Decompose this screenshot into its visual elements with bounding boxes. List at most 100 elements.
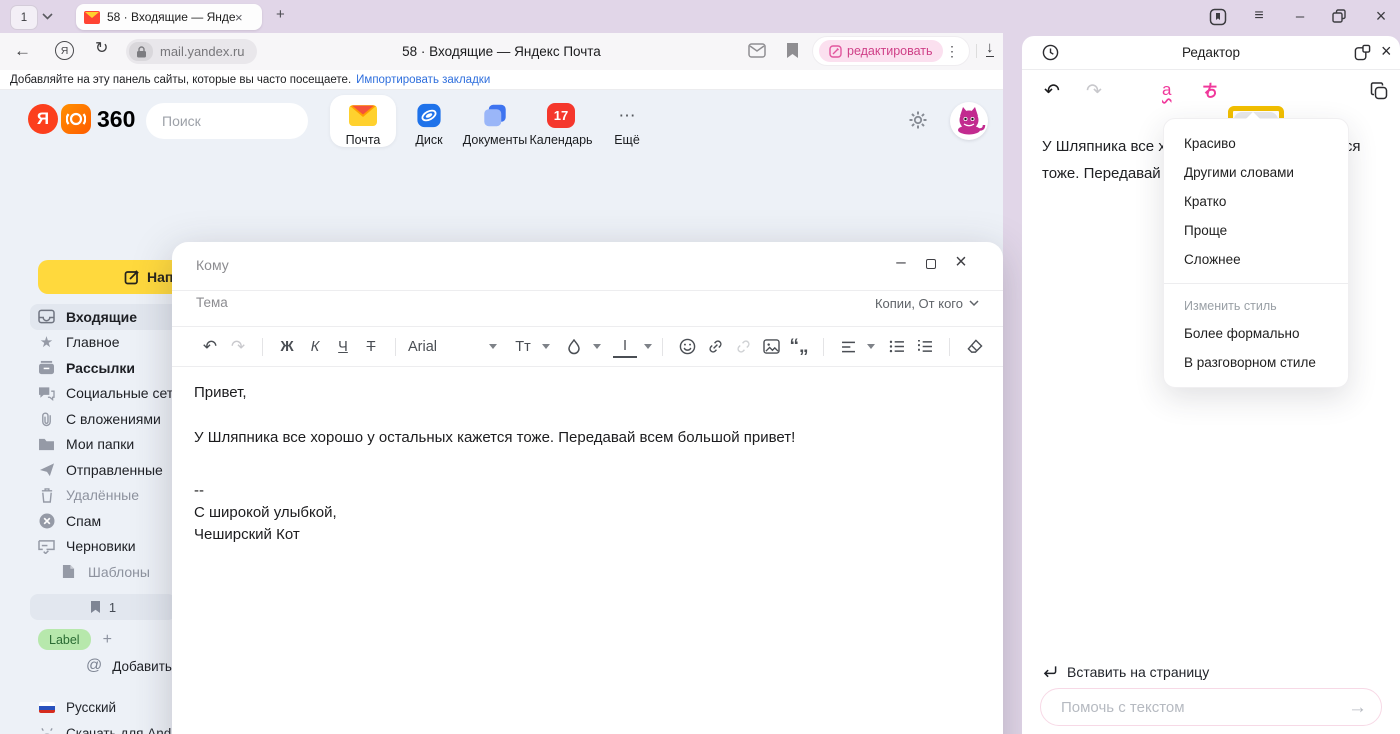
ai-prompt-input[interactable] bbox=[1059, 698, 1348, 717]
cc-from-toggle[interactable]: Копии, От кого bbox=[875, 296, 979, 311]
menu-item-formal[interactable]: Более формально bbox=[1164, 319, 1348, 348]
strikethrough-button[interactable]: Т bbox=[359, 334, 383, 360]
folder-label: Спам bbox=[66, 513, 101, 529]
search-input[interactable] bbox=[160, 112, 345, 130]
redo-icon[interactable]: ↷ bbox=[226, 334, 250, 360]
align-button[interactable] bbox=[836, 334, 860, 360]
text-color-button[interactable]: I bbox=[613, 336, 637, 358]
menu-item-other-words[interactable]: Другими словами bbox=[1164, 158, 1348, 187]
panel-close-icon[interactable]: × bbox=[1381, 42, 1392, 60]
menu-item-simpler[interactable]: Проще bbox=[1164, 216, 1348, 245]
spellcheck-button[interactable]: а bbox=[1162, 80, 1171, 100]
clear-format-button[interactable] bbox=[962, 334, 986, 360]
translate-button[interactable] bbox=[1200, 80, 1222, 102]
window-minimize-icon[interactable]: – bbox=[1289, 5, 1311, 27]
underline-button[interactable]: Ч bbox=[331, 334, 355, 360]
download-icon[interactable]: ↓ bbox=[986, 40, 994, 57]
color-chevron-icon bbox=[644, 344, 652, 349]
open-in-window-icon[interactable] bbox=[1354, 44, 1371, 61]
window-restore-icon[interactable] bbox=[1332, 9, 1346, 23]
app-disk[interactable]: Диск bbox=[396, 95, 462, 147]
active-tab[interactable]: 58 · Входящие — Яндек × bbox=[76, 4, 262, 30]
bookmark-counter[interactable]: 1 bbox=[30, 594, 176, 620]
sent-plane-icon bbox=[39, 462, 55, 477]
submit-arrow-icon[interactable]: → bbox=[1348, 698, 1367, 717]
docs-app-icon bbox=[481, 103, 509, 128]
app-more-label: Ещё bbox=[614, 133, 640, 147]
edit-badge[interactable]: редактировать bbox=[819, 40, 943, 62]
search-box[interactable] bbox=[146, 103, 308, 139]
window-close-icon[interactable]: × bbox=[1370, 5, 1392, 27]
undo-icon[interactable]: ↶ bbox=[198, 334, 222, 360]
russian-flag-icon bbox=[39, 702, 55, 713]
insert-to-page-button[interactable]: Вставить на страницу bbox=[1042, 664, 1209, 680]
android-icon bbox=[39, 727, 55, 734]
menu-item-complex[interactable]: Сложнее bbox=[1164, 245, 1348, 274]
tab-close-icon[interactable]: × bbox=[235, 11, 243, 24]
app-mail[interactable]: Почта bbox=[330, 95, 396, 147]
align-icon bbox=[841, 341, 856, 353]
bookmark-icon[interactable] bbox=[786, 42, 799, 59]
lock-pill[interactable] bbox=[129, 42, 153, 61]
menu-item-brief[interactable]: Кратко bbox=[1164, 187, 1348, 216]
link-button[interactable] bbox=[703, 334, 727, 360]
subject-field[interactable] bbox=[194, 294, 698, 311]
app-docs[interactable]: Документы bbox=[462, 95, 528, 147]
star-icon: ★ bbox=[38, 335, 55, 350]
avatar[interactable] bbox=[950, 102, 988, 140]
edit-kebab-icon[interactable]: ⋮ bbox=[945, 44, 959, 58]
address-bar[interactable]: mail.yandex.ru bbox=[126, 39, 257, 64]
font-size-button[interactable]: Тт bbox=[511, 334, 535, 360]
compose-close-icon[interactable]: × bbox=[951, 252, 971, 272]
label-tag[interactable]: Label bbox=[38, 629, 91, 650]
bullet-list-button[interactable] bbox=[885, 334, 909, 360]
footer-link-label: Русский bbox=[66, 700, 116, 715]
app-calendar[interactable]: 17 Календарь bbox=[528, 95, 594, 147]
yandex-protect-icon[interactable]: Я bbox=[55, 41, 74, 60]
numbered-list-button[interactable] bbox=[913, 334, 937, 360]
compose-pencil-icon bbox=[124, 269, 140, 285]
to-field[interactable] bbox=[194, 256, 698, 274]
new-tab-icon[interactable]: + bbox=[276, 7, 285, 22]
panel-redo-icon[interactable]: ↷ bbox=[1086, 82, 1102, 101]
menu-item-conversational[interactable]: В разговорном стиле bbox=[1164, 348, 1348, 377]
copy-icon[interactable] bbox=[1370, 82, 1388, 100]
tabs-chevron-down-icon[interactable] bbox=[42, 13, 53, 20]
bold-button[interactable]: Ж bbox=[275, 334, 299, 360]
app-disk-label: Диск bbox=[415, 133, 442, 147]
compose-window: – × Копии, От кого ↶ ↷ Ж К Ч Т Arial bbox=[172, 242, 1003, 734]
side-panels-icon[interactable] bbox=[1209, 8, 1227, 26]
format-toolbar: ↶ ↷ Ж К Ч Т Arial Тт I bbox=[172, 327, 1003, 366]
history-clock-icon[interactable] bbox=[1042, 44, 1059, 61]
trash-icon bbox=[40, 487, 54, 503]
emoji-button[interactable] bbox=[675, 334, 699, 360]
return-arrow-icon bbox=[1042, 665, 1058, 679]
tab-count-button[interactable]: 1 bbox=[10, 5, 38, 30]
reload-icon[interactable]: ↻ bbox=[95, 41, 108, 57]
panel-undo-icon[interactable]: ↶ bbox=[1044, 82, 1060, 101]
highlight-droplet-icon bbox=[567, 339, 581, 355]
insert-image-button[interactable] bbox=[759, 334, 783, 360]
back-icon[interactable]: ← bbox=[14, 42, 31, 59]
yandex360-logo[interactable]: Я 360 bbox=[28, 104, 135, 134]
import-bookmarks-link[interactable]: Импортировать закладки bbox=[356, 74, 490, 86]
quote-icon[interactable]: “„ bbox=[787, 334, 811, 360]
highlight-color-button[interactable] bbox=[562, 334, 586, 360]
compose-restore-icon[interactable] bbox=[921, 254, 941, 274]
tab-title: 58 · Входящие — Яндек bbox=[107, 10, 235, 24]
unlink-button[interactable] bbox=[731, 334, 755, 360]
bookmarks-bar: Добавляйте на эту панель сайты, которые … bbox=[0, 70, 1003, 90]
app-more[interactable]: ⋯ Ещё bbox=[594, 95, 660, 147]
settings-gear-icon[interactable] bbox=[908, 110, 928, 130]
add-label-icon[interactable]: + bbox=[103, 632, 112, 648]
folder-label: Мои папки bbox=[66, 436, 134, 452]
toolbar-divider bbox=[976, 44, 977, 58]
message-body[interactable]: Привет, У Шляпника все хорошо у остальны… bbox=[194, 382, 954, 546]
menu-item-beautiful[interactable]: Красиво bbox=[1164, 129, 1348, 158]
font-family-select[interactable]: Arial bbox=[408, 334, 482, 360]
mail-notify-icon[interactable] bbox=[748, 43, 766, 58]
compose-minimize-icon[interactable]: – bbox=[891, 252, 911, 272]
italic-button[interactable]: К bbox=[303, 334, 327, 360]
smiley-icon bbox=[679, 338, 696, 355]
browser-menu-icon[interactable]: ≡ bbox=[1248, 5, 1270, 27]
